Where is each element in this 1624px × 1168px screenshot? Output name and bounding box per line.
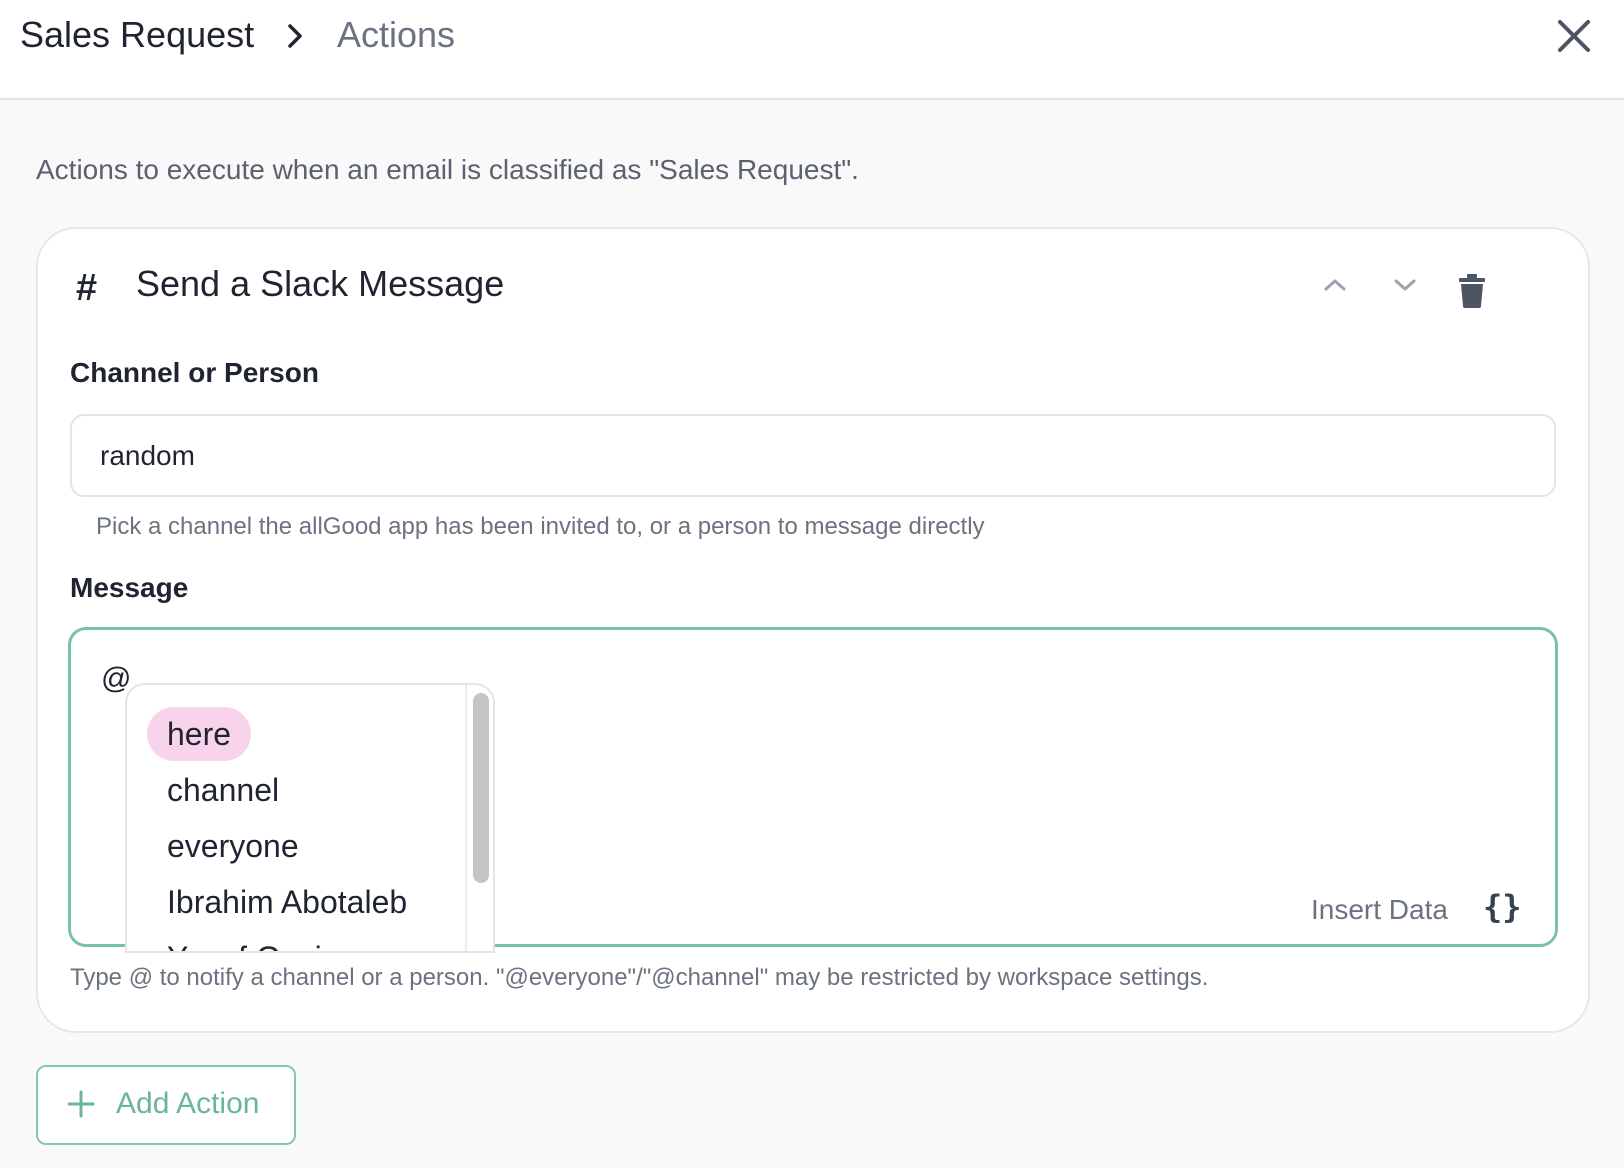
chevron-down-icon[interactable]: [1390, 273, 1420, 297]
mention-option-person[interactable]: Yusef Gazi: [147, 931, 342, 951]
plus-icon: [67, 1090, 95, 1118]
top-bar: Sales Request Actions: [0, 0, 1624, 100]
mention-dropdown: here channel everyone Ibrahim Abotaleb Y…: [125, 683, 495, 953]
channel-label: Channel or Person: [70, 357, 319, 388]
add-action-button[interactable]: Add Action: [36, 1065, 296, 1145]
breadcrumb-root[interactable]: Sales Request: [20, 14, 254, 56]
chevron-up-icon[interactable]: [1320, 273, 1350, 297]
mention-option-here[interactable]: here: [147, 707, 252, 761]
mention-option-channel[interactable]: channel: [147, 763, 299, 817]
hash-icon: #: [76, 267, 98, 309]
intro-text: Actions to execute when an email is clas…: [36, 154, 859, 185]
message-label: Message: [70, 572, 189, 603]
channel-input[interactable]: [70, 414, 1556, 497]
add-action-label: Add Action: [116, 1087, 260, 1120]
mention-list: here channel everyone Ibrahim Abotaleb Y…: [127, 685, 467, 951]
close-icon[interactable]: [1556, 18, 1592, 54]
message-helper-text: Type @ to notify a channel or a person. …: [70, 964, 1209, 991]
channel-helper-text: Pick a channel the allGood app has been …: [96, 513, 985, 540]
dropdown-scrollbar[interactable]: [473, 693, 489, 883]
mention-option-everyone[interactable]: everyone: [147, 819, 319, 873]
chevron-right-icon: [288, 24, 302, 48]
mention-option-person[interactable]: Ibrahim Abotaleb: [147, 875, 427, 929]
breadcrumb-current: Actions: [337, 14, 456, 55]
action-title: Send a Slack Message: [136, 263, 505, 304]
insert-data-button[interactable]: Insert Data: [1311, 894, 1448, 926]
braces-icon[interactable]: {}: [1483, 888, 1522, 926]
trash-icon[interactable]: [1458, 274, 1486, 308]
